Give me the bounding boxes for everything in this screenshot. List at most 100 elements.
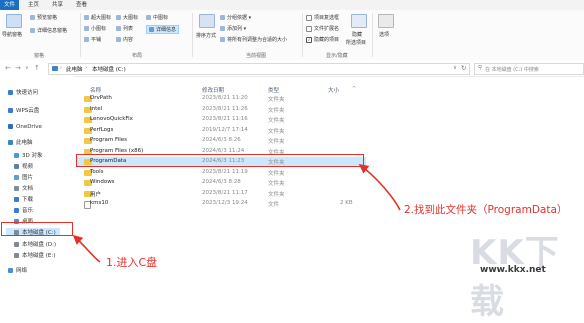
file-row[interactable]: Intel 2023/8/21 11:26 文件夹 [76, 105, 366, 115]
file-date: 2023/8/21 11:26 [202, 105, 248, 112]
file-row[interactable]: DrvPath 2023/8/21 11:20 文件夹 [76, 94, 366, 104]
tiles-icon [84, 37, 89, 42]
details-pane-button[interactable]: 详细信息窗格 [30, 27, 67, 34]
current-view-group-label: 当前视图 [246, 53, 267, 59]
nav-item[interactable]: 快速访问 [8, 88, 38, 96]
file-date: 2019/12/7 17:14 [202, 126, 248, 133]
ribbon-divider [80, 13, 81, 57]
checkbox-checked-icon: ✓ [306, 36, 312, 43]
column-header-size[interactable]: 大小 [328, 86, 339, 94]
column-header-date[interactable]: 修改日期 [202, 86, 224, 94]
file-row[interactable]: kms10 2023/12/3 19:24 文件 2 KB [76, 199, 366, 209]
nav-item-label: 视频 [22, 164, 34, 170]
file-row[interactable]: 用户 2023/8/21 11:17 文件夹 [76, 189, 366, 199]
nav-item[interactable]: 下载 [14, 195, 33, 203]
options-icon[interactable] [378, 14, 394, 28]
file-name: Tools [90, 168, 104, 175]
nav-item[interactable]: 本地磁盘 (D:) [14, 240, 56, 248]
file-row[interactable]: Tools 2023/8/21 11:19 文件夹 [76, 168, 366, 178]
up-arrow-icon[interactable]: ↑ [34, 64, 40, 72]
file-extensions-toggle[interactable]: 文件扩展名 [306, 25, 339, 32]
file-row[interactable]: PerfLogs 2019/12/7 17:14 文件夹 [76, 126, 366, 136]
document-icon [14, 186, 19, 191]
layout-list[interactable]: 列表 [116, 25, 133, 32]
layout-small-icons[interactable]: 小图标 [84, 25, 106, 32]
file-row[interactable]: Program Files 2024/6/3 8:26 文件夹 [76, 136, 366, 146]
nav-item[interactable]: WPS云盘 [8, 106, 39, 114]
checkbox-icon [306, 14, 312, 21]
computer-icon [8, 140, 13, 145]
chevron-down-icon[interactable]: ∨ [453, 65, 457, 71]
nav-pane-icon[interactable] [6, 14, 22, 28]
drive-c-highlight [1, 222, 73, 236]
forward-arrow-icon[interactable]: → [15, 64, 21, 72]
navigation-pane: 快速访问 WPS云盘 OneDrive 此电脑 3D 对象 视频 图片 文档 下载 音乐 桌面 本地磁… [0, 76, 74, 281]
column-header-type[interactable]: 类型 [268, 86, 279, 94]
nav-item[interactable]: 视频 [14, 162, 33, 170]
file-name: DrvPath [90, 95, 112, 101]
file-row[interactable]: Windows 2024/6/3 8:28 文件夹 [76, 178, 366, 188]
nav-item[interactable]: 网络 [8, 266, 27, 274]
nav-item[interactable]: 此电脑 [8, 138, 33, 146]
fit-columns-icon [220, 37, 225, 42]
download-icon [14, 197, 19, 202]
sort-button[interactable]: 排序方式 [196, 32, 216, 39]
computer-icon [52, 66, 58, 71]
cube-icon [14, 153, 19, 158]
layout-details[interactable]: 详细信息 [146, 25, 180, 34]
chevron-down-icon[interactable]: ∨ [25, 65, 29, 71]
back-arrow-icon[interactable]: ← [5, 64, 11, 72]
search-icon: ⚲ [478, 65, 483, 71]
layout-medium-icons[interactable]: 中图标 [146, 14, 168, 21]
preview-pane-button[interactable]: 预览窗格 [30, 14, 57, 21]
file-date: 2024/6/3 8:26 [202, 137, 241, 143]
breadcrumb-this-pc[interactable]: 此电脑 [66, 65, 83, 73]
fit-columns-button[interactable]: 将所有列调整为合适的大小 [220, 36, 287, 43]
details-icon [149, 27, 154, 32]
tab-view[interactable]: 查看 [72, 1, 91, 9]
nav-item[interactable]: 文档 [14, 184, 33, 192]
column-header-name[interactable]: 名称 [90, 86, 101, 94]
group-by-button[interactable]: 分组依据 ▾ [220, 14, 251, 21]
layout-content[interactable]: 内容 [116, 36, 133, 43]
nav-item[interactable]: OneDrive [8, 124, 42, 130]
hidden-items-toggle[interactable]: ✓ 隐藏的项目 [306, 36, 339, 43]
panes-group-label: 窗格 [34, 53, 45, 59]
layout-large-icons[interactable]: 大图标 [116, 14, 138, 21]
nav-item[interactable]: 图片 [14, 173, 33, 181]
drive-icon [14, 253, 19, 258]
search-input[interactable]: ⚲ 在 本地磁盘 (C:) 中搜索 [474, 63, 584, 75]
item-checkboxes-toggle[interactable]: 项目复选框 [306, 14, 339, 21]
tab-home[interactable]: 主页 [24, 1, 43, 9]
tab-share[interactable]: 共享 [48, 1, 67, 9]
chevron-down-icon: ▾ [242, 26, 247, 32]
nav-item[interactable]: 3D 对象 [14, 151, 42, 159]
network-icon [8, 268, 13, 273]
add-column-icon [220, 26, 225, 31]
picture-icon [14, 175, 19, 180]
file-type: 文件夹 [268, 118, 285, 124]
breadcrumb-drive-c[interactable]: 本地磁盘 (C:) [92, 65, 126, 73]
nav-item[interactable]: 音乐 [14, 206, 33, 214]
refresh-icon[interactable]: ↻ [461, 64, 466, 72]
annotation-step1: 1.进入C盘 [106, 256, 158, 269]
nav-item[interactable]: 本地磁盘 (E:) [14, 251, 55, 259]
chevron-up-icon: ^ [352, 86, 357, 92]
hide-selected-icon[interactable] [351, 14, 367, 28]
file-row[interactable]: LenovoQuickFix 2023/8/21 11:16 文件夹 [76, 115, 366, 125]
address-bar[interactable]: › 此电脑 › 本地磁盘 (C:) ∨ ↻ [48, 63, 470, 75]
layout-xlarge-icons[interactable]: 超大图标 [84, 14, 111, 21]
nav-pane-button[interactable]: 导航窗格 [2, 31, 22, 38]
tab-file[interactable]: 文件 [0, 0, 20, 10]
layout-tiles[interactable]: 平铺 [84, 36, 101, 43]
options-button[interactable]: 选项 [379, 31, 389, 38]
ribbon-divider [372, 13, 373, 57]
ribbon-divider [192, 13, 193, 57]
content-icon [116, 37, 121, 42]
nav-item-label: 本地磁盘 (D:) [22, 242, 57, 248]
sort-icon[interactable] [199, 14, 215, 28]
add-column-button[interactable]: 添加列 ▾ [220, 25, 246, 32]
large-icons-icon [116, 15, 121, 20]
hide-selected-button[interactable]: 隐藏 [352, 31, 362, 38]
hide-selected-sub: 所选项目 [346, 40, 367, 46]
